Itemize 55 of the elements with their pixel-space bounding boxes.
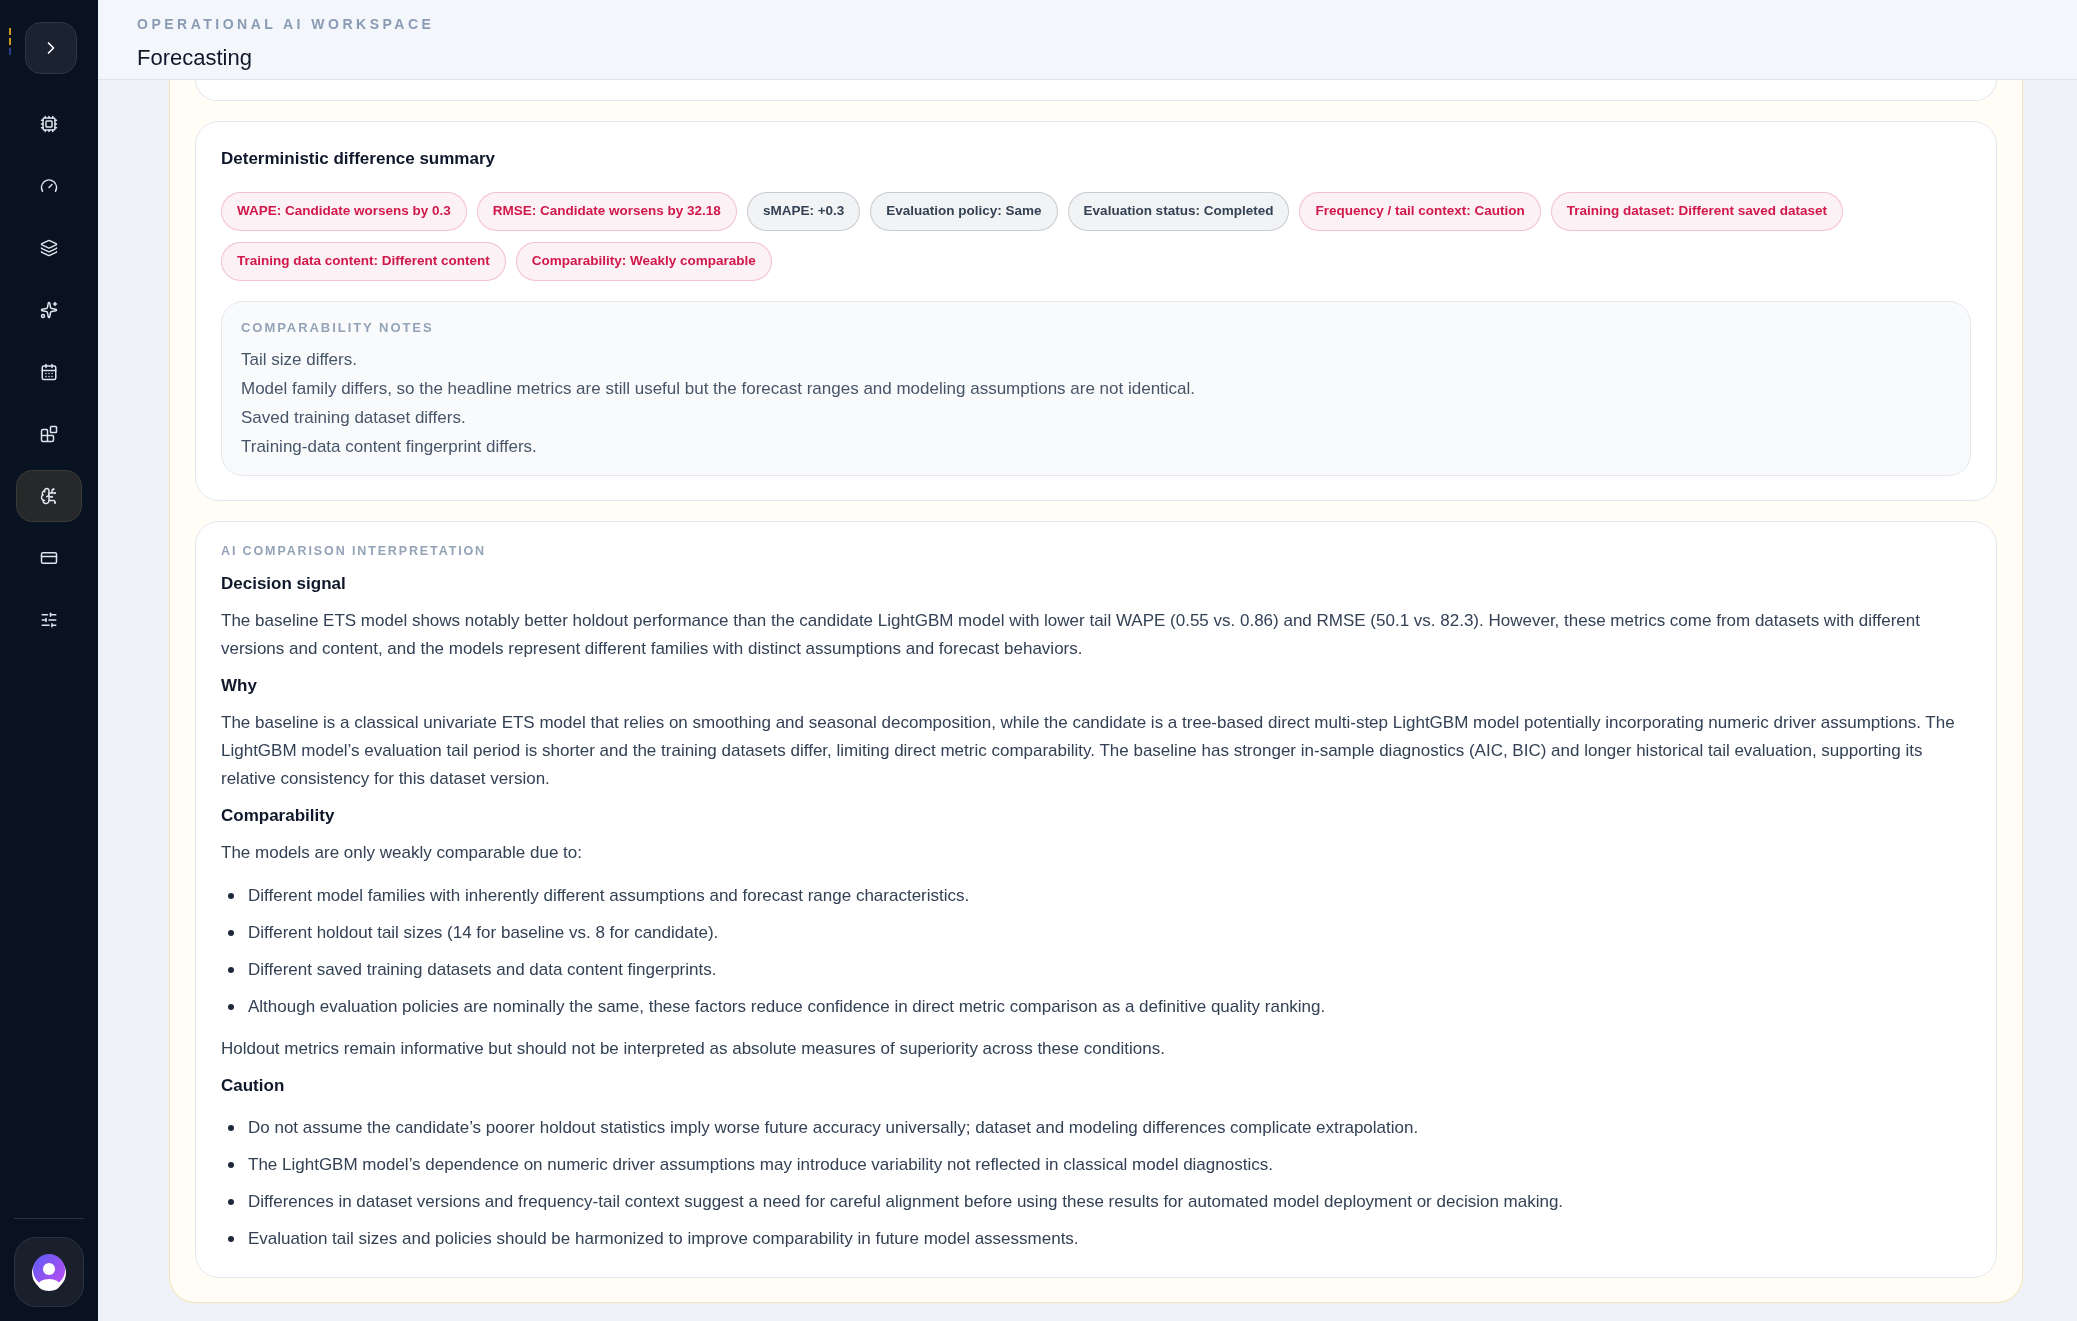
- bullet-text: Different holdout tail sizes (14 for baseline vs. 8 for candidate).: [248, 921, 719, 944]
- bullet-icon: [228, 1235, 234, 1242]
- workspace-label: OPERATIONAL AI WORKSPACE: [137, 15, 436, 34]
- note-line: Model family differs, so the headline metrics are still useful but the forecast ranges and modeling assumptions are not identical.: [241, 378, 1197, 400]
- metric-tag: Comparability: Weakly comparable: [515, 241, 772, 281]
- body-paragraph: The models are only weakly comparable due to:: [221, 841, 583, 864]
- bullet-icon: [228, 1003, 234, 1010]
- brain-icon: [40, 487, 58, 505]
- bullet-text: Differences in dataset versions and frequency-tail context suggest a need for careful alignment before using these results for automated model deployment or decision making.: [248, 1190, 1564, 1213]
- metric-tag: RMSE: Candidate worsens by 32.18: [476, 191, 737, 231]
- calendar-icon: [40, 363, 58, 381]
- chip-icon: [40, 115, 58, 133]
- accent-marks-icon: [9, 28, 11, 55]
- metric-tag: Evaluation policy: Same: [870, 191, 1058, 231]
- note-line: Tail size differs.: [241, 349, 358, 371]
- metric-tag: Training data content: Different content: [221, 241, 506, 281]
- bullet-text: Although evaluation policies are nominally the same, these factors reduce confidence in direct metric comparison as a definitive quality ranking.: [248, 995, 1326, 1018]
- bullet-icon: [228, 1161, 234, 1168]
- notes-title: COMPARABILITY NOTES: [241, 318, 435, 337]
- metric-tag: sMAPE: +0.3: [746, 191, 861, 231]
- sliders-icon: [40, 611, 58, 629]
- metric-tag: Evaluation status: Completed: [1067, 191, 1290, 231]
- blocks-icon: [40, 425, 58, 443]
- section-heading: Decision signal: [221, 572, 347, 595]
- gauge-icon: [40, 177, 58, 195]
- bullet-text: Do not assume the candidate’s poorer holdout statistics imply worse future accuracy universally; dataset and modeling differences complicate extrapolation.: [248, 1116, 1419, 1139]
- sidebar-nav-button[interactable]: [16, 470, 82, 522]
- bullet-icon: [228, 1124, 234, 1131]
- interpretation-label: AI COMPARISON INTERPRETATION: [221, 543, 487, 560]
- bullet-text: The LightGBM model’s dependence on numeric driver assumptions may introduce variability not reflected in classical model diagnostics.: [248, 1153, 1273, 1176]
- section-heading: Caution: [221, 1074, 286, 1097]
- metric-tag: WAPE: Candidate worsens by 0.3: [221, 191, 467, 231]
- bullet-icon: [228, 892, 234, 899]
- card-icon: [40, 549, 58, 567]
- bullet-text: Different model families with inherently different assumptions and forecast range characteristics.: [248, 884, 970, 907]
- body-paragraph: Holdout metrics remain informative but should not be interpreted as absolute measures of superiority across these conditions.: [221, 1037, 1166, 1060]
- profile-button[interactable]: [14, 1237, 84, 1307]
- layers-icon: [40, 239, 58, 257]
- note-line: Training-data content fingerprint differs.: [241, 436, 538, 458]
- body-paragraph: The baseline ETS model shows notably better holdout performance than the candidate LightGBM model with lower tail WAPE (0.55 vs. 0.86) and RMSE (50.1 vs. 82.3). However, these metrics come from datasets with different versions and content, and the models represent different families with distinct assumptions and forecast behaviors.: [221, 609, 1921, 660]
- section-title: Deterministic difference summary: [221, 148, 496, 170]
- bullet-text: Evaluation tail sizes and policies should be harmonized to improve comparability in future model assessments.: [248, 1227, 1079, 1250]
- page-title: Forecasting: [137, 44, 253, 72]
- bullet-icon: [228, 966, 234, 973]
- section-heading: Comparability: [221, 804, 336, 827]
- note-line: Saved training dataset differs.: [241, 407, 467, 429]
- metric-tag: Training dataset: Different saved dataset: [1550, 191, 1843, 231]
- avatar-icon: [31, 1253, 67, 1291]
- bullet-icon: [228, 1198, 234, 1205]
- sparkles-icon: [40, 301, 58, 319]
- body-paragraph: The baseline is a classical univariate ETS model that relies on smoothing and seasonal decomposition, while the candidate is a tree-based direct multi-step LightGBM model potentially incorporating numeric driver assumptions. The LightGBM model’s evaluation tail period is shorter and the training datasets differ, limiting direct metric comparability. The baseline has stronger in-sample diagnostics (AIC, BIC) and longer historical tail evaluation, supporting its relative consistency for this dataset version.: [221, 711, 1956, 790]
- bullet-icon: [228, 929, 234, 936]
- bullet-text: Different saved training datasets and data content fingerprints.: [248, 958, 717, 981]
- metric-tag: Frequency / tail context: Caution: [1299, 191, 1541, 231]
- section-heading: Why: [221, 674, 258, 697]
